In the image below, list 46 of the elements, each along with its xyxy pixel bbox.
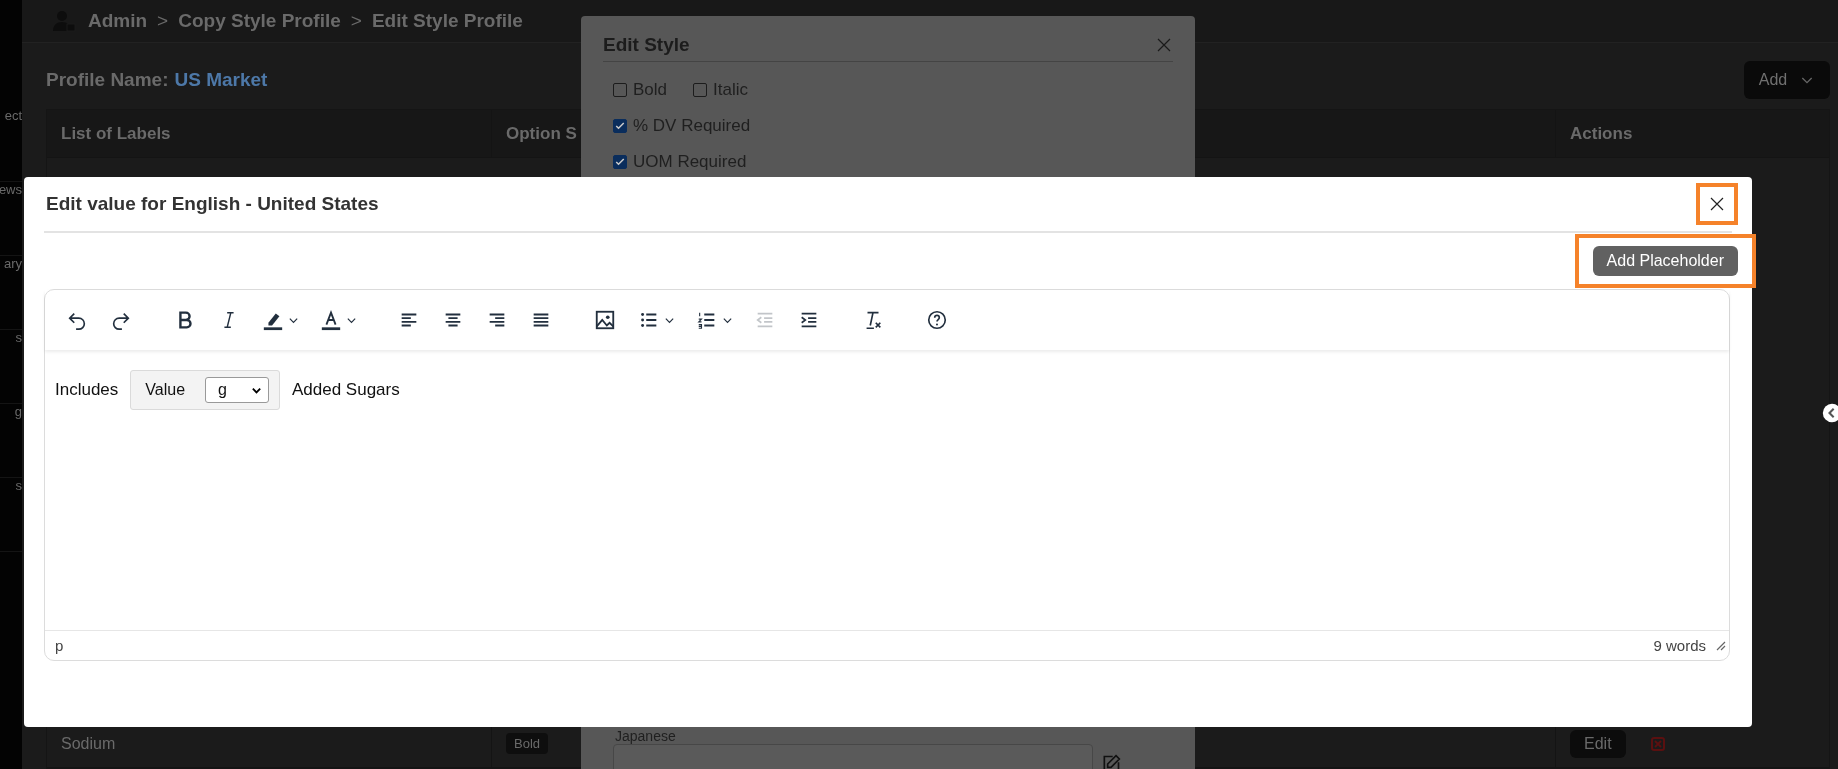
sidebar-item[interactable]: s [15, 330, 22, 345]
breadcrumb-link[interactable]: Admin [88, 10, 148, 32]
breadcrumb-link[interactable]: Edit Style Profile [371, 10, 523, 32]
column-header: List of Labels [61, 123, 171, 144]
style-tag: Bold [506, 733, 549, 754]
dialog-title: Edit value for English - United States [45, 193, 379, 215]
table-cell: Sodium [61, 734, 116, 753]
breadcrumb-link[interactable]: Copy Style Profile [178, 10, 341, 32]
profile-label: Profile Name: [46, 69, 169, 91]
sidebar-item[interactable]: g [14, 404, 22, 419]
checkbox[interactable]: UOM Required [613, 152, 747, 172]
editor-text: Includes [55, 380, 119, 400]
column-header: Actions [1570, 123, 1633, 144]
close-icon [1708, 195, 1726, 213]
sidebar-item[interactable]: s [15, 478, 22, 493]
breadcrumb-separator: > [157, 10, 169, 32]
profile-name: US Market [174, 69, 268, 91]
sidebar-item[interactable]: ary [3, 256, 22, 271]
add-button[interactable]: Add [1744, 61, 1830, 99]
dialog-title: Edit Style [603, 33, 690, 56]
column-header: Option S [506, 123, 577, 144]
check-icon [614, 120, 626, 132]
checkbox[interactable]: % DV Required [613, 116, 751, 136]
check-icon [614, 156, 626, 168]
collapse-handle-icon [1822, 403, 1838, 423]
editor-text: Added Sugars [291, 380, 400, 400]
delete-icon [1649, 735, 1666, 752]
checkbox[interactable]: Italic [693, 80, 748, 100]
field-label: Japanese [614, 728, 677, 744]
unit-dropdown[interactable]: g [205, 377, 269, 403]
edit-button[interactable]: Edit [1570, 729, 1626, 758]
word-count[interactable]: 9 words [1653, 637, 1706, 654]
sidebar-item[interactable]: ect [4, 108, 22, 123]
placeholder-widget[interactable]: Value g [130, 370, 280, 410]
element-path[interactable]: p [55, 637, 64, 654]
placeholder-label: Value [145, 381, 186, 399]
edit-icon [1101, 754, 1121, 769]
resize-handle-icon [1716, 640, 1726, 651]
checkbox[interactable]: Bold [613, 80, 668, 100]
close-button[interactable] [1696, 183, 1738, 225]
text-color-icon [319, 309, 342, 331]
image-icon [594, 309, 616, 331]
help-icon [926, 309, 948, 331]
add-placeholder-button[interactable]: Add Placeholder [1592, 246, 1738, 276]
sidebar-item[interactable]: ews [0, 182, 22, 197]
breadcrumb-separator: > [350, 10, 362, 32]
